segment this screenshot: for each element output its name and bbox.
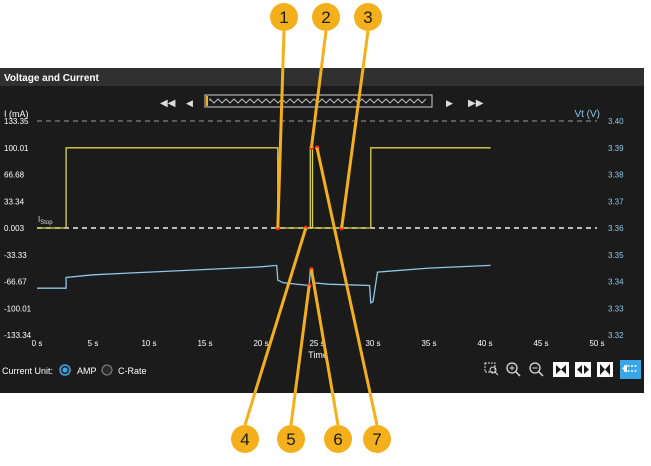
nav-last-icon[interactable]: ▶▶ <box>468 98 484 109</box>
left-tick-label: 33.34 <box>4 197 25 206</box>
right-axis-title: Vt (V) <box>574 109 600 120</box>
left-tick-label: 0.003 <box>4 224 25 233</box>
x-tick-label: 5 s <box>88 339 99 348</box>
x-tick-label: 45 s <box>533 339 548 348</box>
x-tick-label: 20 s <box>253 339 268 348</box>
x-tick-label: 30 s <box>365 339 380 348</box>
callout-number-4: 4 <box>240 430 249 449</box>
fit-all-icon[interactable] <box>553 362 569 377</box>
x-tick-label: 50 s <box>589 339 604 348</box>
nav-next-icon[interactable]: ▶ <box>446 98 453 108</box>
callout-number-5: 5 <box>286 430 295 449</box>
fit-horizontal-icon[interactable] <box>575 362 591 377</box>
callout-number-2: 2 <box>321 8 330 27</box>
unit-option-crate[interactable]: C-Rate <box>101 364 147 376</box>
right-tick-label: 3.38 <box>608 171 624 180</box>
right-tick-label: 3.36 <box>608 224 624 233</box>
screenshot-stage: Voltage and Current ◀◀ ◀ ▶ ▶▶ I (mA) Vt … <box>0 3 644 453</box>
left-tick-label: -66.67 <box>4 278 27 287</box>
x-tick-label: 35 s <box>421 339 436 348</box>
panel-title: Voltage and Current <box>4 73 99 84</box>
current-unit-label: Current Unit: <box>2 366 53 376</box>
right-tick-label: 3.32 <box>608 331 624 340</box>
right-tick-label: 3.40 <box>608 117 624 126</box>
right-axis-ticks: 3.40 3.39 3.38 3.37 3.36 3.35 3.34 3.33 3.32 <box>608 117 624 340</box>
right-tick-label: 3.33 <box>608 304 624 313</box>
left-tick-label: -100.01 <box>4 304 32 313</box>
x-tick-label: 40 s <box>477 339 492 348</box>
left-tick-label: -33.33 <box>4 251 27 260</box>
x-tick-label: 0 s <box>32 339 43 348</box>
right-tick-label: 3.35 <box>608 251 624 260</box>
radio-crate[interactable] <box>101 364 113 376</box>
x-tick-label: 15 s <box>197 339 212 348</box>
nav-first-icon[interactable]: ◀◀ <box>160 98 176 109</box>
nav-prev-icon[interactable]: ◀ <box>186 98 193 108</box>
cursor-active-icon[interactable] <box>620 360 641 379</box>
fit-vertical-icon[interactable] <box>597 362 613 377</box>
right-tick-label: 3.39 <box>608 144 624 153</box>
left-tick-label: -133.34 <box>4 331 32 340</box>
x-tick-label: 10 s <box>141 339 156 348</box>
callout-number-6: 6 <box>333 430 342 449</box>
right-tick-label: 3.34 <box>608 278 624 287</box>
radio-amp-label: AMP <box>77 366 97 376</box>
left-tick-label: 100.01 <box>4 144 29 153</box>
unit-option-amp[interactable]: AMP <box>59 364 97 376</box>
callout-number-3: 3 <box>363 8 372 27</box>
right-tick-label: 3.37 <box>608 197 624 206</box>
radio-crate-label: C-Rate <box>118 366 147 376</box>
left-tick-label: 66.68 <box>4 171 25 180</box>
left-tick-label: 133.35 <box>4 117 29 126</box>
callout-number-7: 7 <box>372 430 381 449</box>
radio-amp-dot <box>62 367 68 373</box>
callout-number-1: 1 <box>279 8 288 27</box>
